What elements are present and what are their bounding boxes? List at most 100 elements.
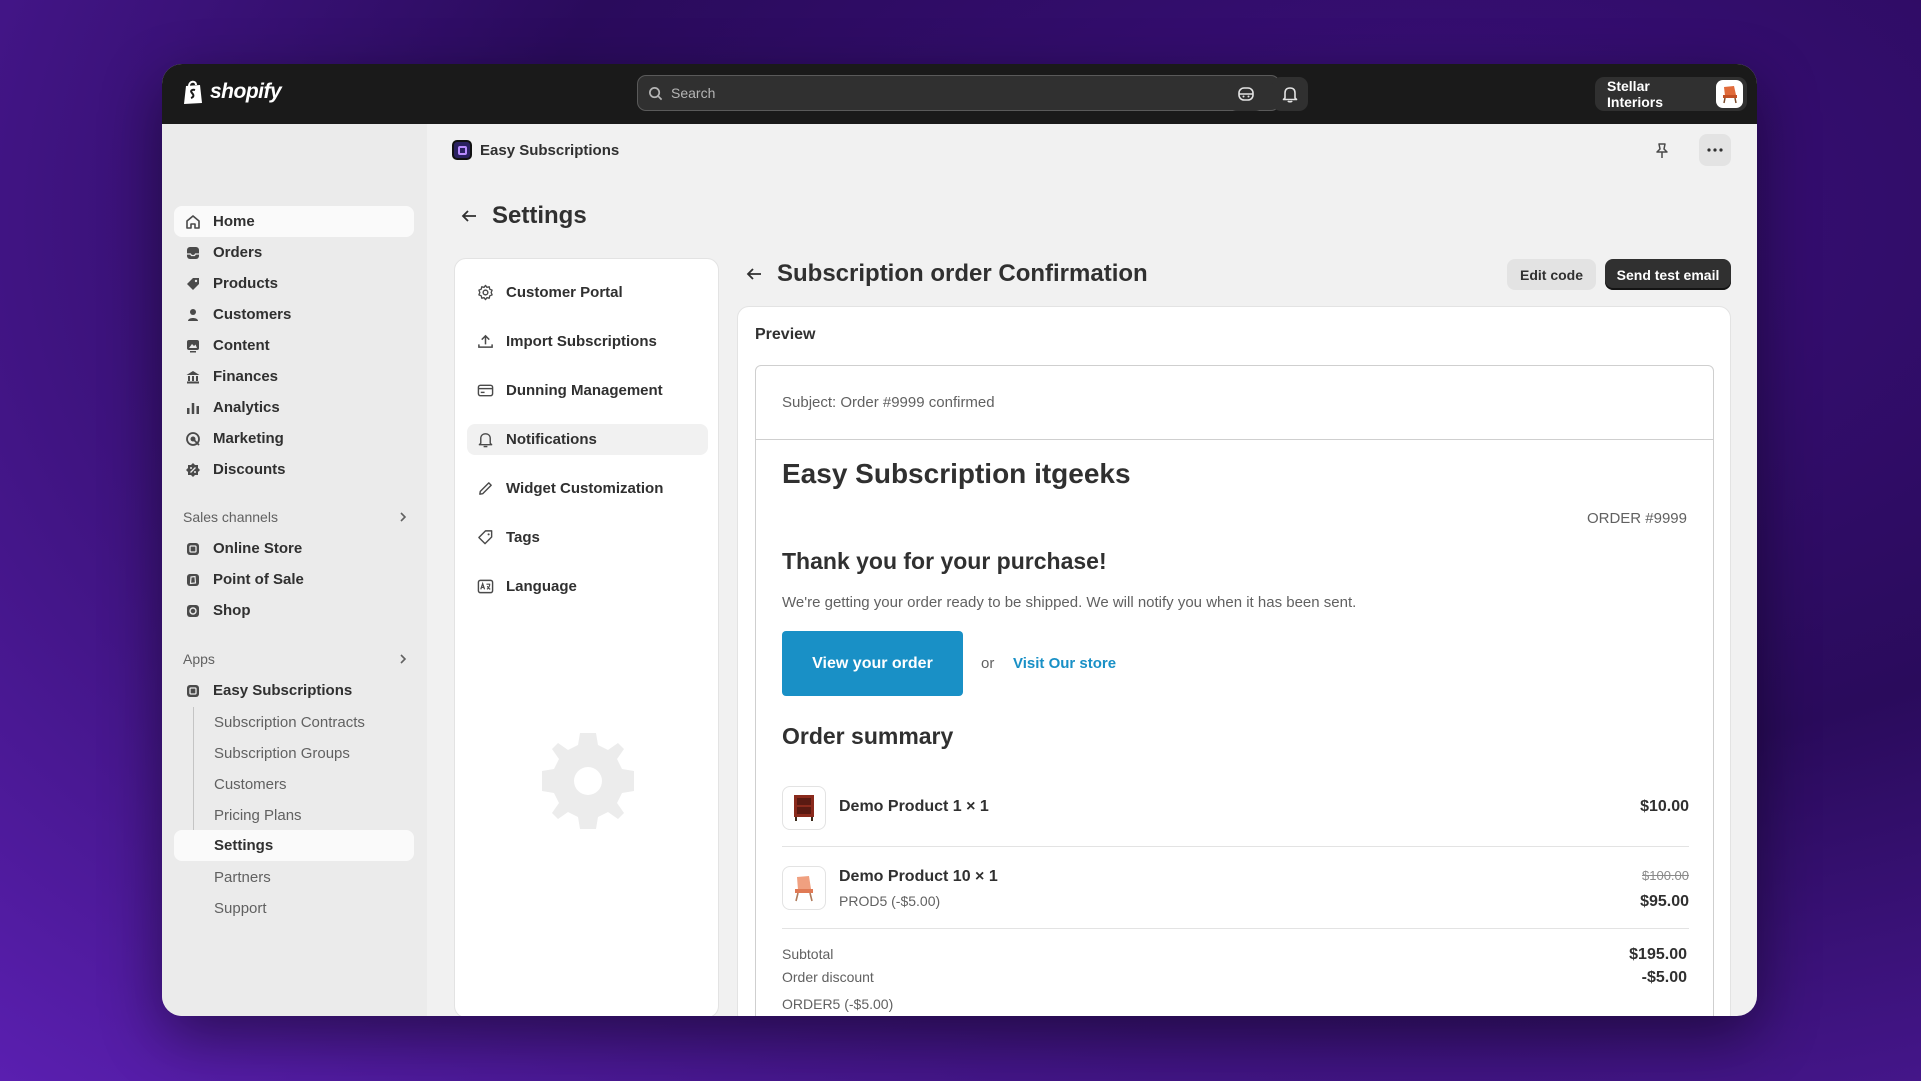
item-price: $10.00 [1640, 798, 1689, 815]
section-label: Sales channels [183, 509, 278, 525]
subitem-support[interactable]: Support [214, 900, 267, 917]
bell-icon [1282, 87, 1298, 103]
tree-line [193, 707, 194, 839]
sales-channels-header[interactable]: Sales channels [183, 509, 408, 525]
store-icon [187, 542, 199, 555]
settings-item-notifications[interactable]: Notifications [467, 424, 708, 455]
settings-item-language[interactable]: Language [467, 571, 708, 602]
more-horizontal-icon [1707, 148, 1723, 152]
settings-item-label: Dunning Management [506, 382, 663, 399]
search-input[interactable]: Search [637, 75, 1280, 111]
settings-item-customer-portal[interactable]: Customer Portal [467, 277, 708, 308]
sidebar-item-point-of-sale[interactable]: Point of Sale [174, 564, 414, 595]
more-actions-button[interactable] [1699, 134, 1731, 166]
subitem-pricing-plans[interactable]: Pricing Plans [214, 807, 302, 824]
settings-item-tags[interactable]: Tags [467, 522, 708, 553]
email-order-number: ORDER #9999 [1586, 510, 1687, 527]
sidebar-item-label: Shop [213, 602, 251, 619]
subitem-customers[interactable]: Customers [214, 776, 287, 793]
discount-icon [186, 462, 200, 477]
section-label: Apps [183, 651, 215, 667]
view-order-button[interactable]: View your order [782, 631, 963, 696]
bar-chart-icon [187, 402, 199, 414]
preview-card: Preview Subject: Order #9999 confirmed E… [737, 306, 1731, 1016]
sidebar-item-shop[interactable]: Shop [174, 595, 414, 626]
inbox-icon [187, 246, 199, 259]
search-placeholder: Search [671, 85, 716, 101]
admin-window: shopify Search Stellar Interiors Home Or… [162, 64, 1757, 1016]
send-test-email-button[interactable]: Send test email [1605, 259, 1731, 290]
subitem-partners[interactable]: Partners [214, 869, 271, 886]
email-store-name: Easy Subscription itgeeks [782, 458, 1131, 489]
pencil-icon [479, 482, 492, 495]
sidebar-item-home[interactable]: Home [174, 206, 414, 237]
sidebar-item-customers[interactable]: Customers [174, 299, 414, 330]
sidebar-item-analytics[interactable]: Analytics [174, 392, 414, 423]
sidebar-item-label: Finances [213, 368, 279, 385]
sidebar-item-easy-subscriptions[interactable]: Easy Subscriptions [174, 675, 414, 706]
upload-icon [478, 334, 493, 348]
email-notice: We're getting your order ready to be shi… [782, 594, 1357, 611]
shopify-logo[interactable]: shopify [182, 79, 282, 105]
order-discount-label: Order discount [782, 969, 874, 985]
visit-store-link[interactable]: Visit Our store [1013, 655, 1116, 672]
divider [782, 846, 1689, 847]
logo-text: shopify [210, 80, 282, 103]
page-title-text: Settings [492, 202, 587, 229]
image-icon [187, 339, 199, 352]
sidebar-item-label: Discounts [213, 461, 286, 478]
email-thanks-heading: Thank you for your purchase! [782, 548, 1107, 574]
sidebar-item-orders[interactable]: Orders [174, 237, 414, 268]
edit-code-button[interactable]: Edit code [1507, 259, 1596, 290]
subtotal-label: Subtotal [782, 946, 834, 962]
subitem-subscription-contracts[interactable]: Subscription Contracts [214, 714, 365, 731]
sidebar-item-content[interactable]: Content [174, 330, 414, 361]
sidebar-item-label: Products [213, 275, 279, 292]
cabinet-icon [794, 795, 814, 821]
sidebar-nav: Home Orders Products Customers Content F… [162, 124, 427, 1016]
sidebar-item-label: Analytics [213, 399, 280, 416]
sidebar-item-label: Customers [213, 306, 292, 323]
sidekick-button[interactable] [1228, 77, 1264, 111]
sidebar-item-online-store[interactable]: Online Store [174, 533, 414, 564]
store-menu-button[interactable]: Stellar Interiors [1595, 77, 1747, 111]
line-item: Demo Product 10 × 1 PROD5 (-$5.00) $100.… [782, 866, 1689, 916]
item-discount-code: PROD5 (-$5.00) [839, 893, 941, 909]
settings-item-import-subscriptions[interactable]: Import Subscriptions [467, 326, 708, 357]
sidebar-item-products[interactable]: Products [174, 268, 414, 299]
preview-label: Preview [755, 326, 816, 343]
notifications-button[interactable] [1272, 77, 1308, 111]
apps-header[interactable]: Apps [183, 651, 408, 667]
settings-item-widget-customization[interactable]: Widget Customization [467, 473, 708, 504]
gear-icon [478, 284, 493, 301]
page-title: Settings [460, 202, 587, 230]
sidebar-item-finances[interactable]: Finances [174, 361, 414, 392]
email-subject: Subject: Order #9999 confirmed [756, 366, 1713, 440]
pin-icon[interactable] [1654, 142, 1670, 160]
chevron-right-icon [400, 654, 407, 664]
subitem-subscription-groups[interactable]: Subscription Groups [214, 745, 350, 762]
language-icon [477, 579, 494, 594]
top-bar: shopify Search Stellar Interiors [162, 64, 1757, 124]
settings-item-dunning-management[interactable]: Dunning Management [467, 375, 708, 406]
line-item: Demo Product 1 × 1 $10.00 [782, 786, 1689, 830]
sidebar-item-marketing[interactable]: Marketing [174, 423, 414, 454]
search-icon [649, 86, 663, 100]
sidebar-item-discounts[interactable]: Discounts [174, 454, 414, 485]
settings-item-label: Tags [506, 529, 540, 546]
back-arrow-icon[interactable] [460, 208, 478, 224]
sidebar-item-label: Orders [213, 244, 263, 261]
credit-card-icon [477, 384, 494, 397]
product-thumbnail [782, 786, 826, 830]
email-preview: Subject: Order #9999 confirmed Easy Subs… [755, 365, 1714, 1016]
back-arrow-icon[interactable] [745, 266, 763, 282]
settings-item-label: Import Subscriptions [506, 333, 657, 350]
tag-outline-icon [478, 530, 493, 545]
store-avatar [1716, 80, 1743, 108]
product-thumbnail [782, 866, 826, 910]
or-text: or [981, 655, 995, 672]
sidebar-item-label: Easy Subscriptions [213, 682, 353, 699]
order-summary-title: Order summary [782, 723, 954, 749]
chair-icon [795, 876, 813, 902]
subitem-settings[interactable]: Settings [174, 830, 414, 861]
